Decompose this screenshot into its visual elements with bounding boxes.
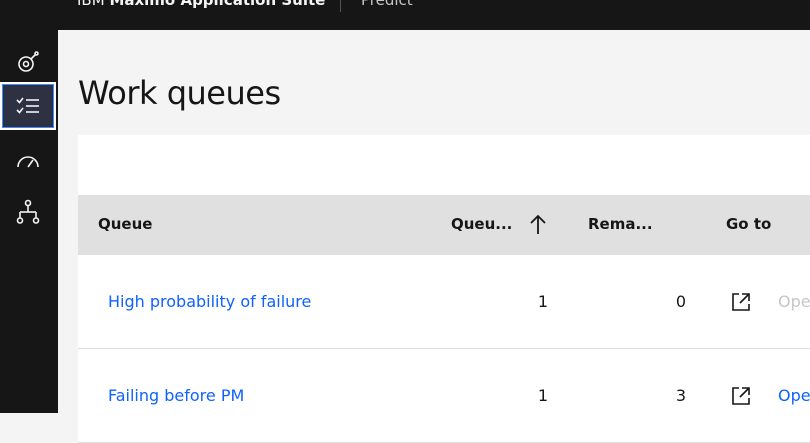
column-header-go-to: Go to bbox=[726, 215, 772, 233]
column-header-queued[interactable]: Queu... bbox=[451, 195, 512, 255]
brand-title[interactable]: IBM Maximo Application Suite bbox=[77, 0, 325, 9]
nav-item-hierarchy[interactable] bbox=[0, 188, 56, 236]
column-header-remaining[interactable]: Rema... bbox=[588, 195, 653, 255]
main-content: Work queues Queue Queu... Rema... Go to … bbox=[58, 30, 810, 443]
remaining-count: 0 bbox=[675, 292, 686, 311]
page-title: Work queues bbox=[78, 74, 281, 112]
brand-prefix: IBM bbox=[77, 0, 105, 9]
brand-name: Maximo Application Suite bbox=[109, 0, 326, 9]
table-row: High probability of failure 1 0 Ope bbox=[78, 255, 810, 349]
queued-count: 1 bbox=[537, 386, 548, 405]
nav-item-meter[interactable] bbox=[0, 137, 56, 185]
hierarchy-icon bbox=[16, 199, 40, 224]
table-row: Failing before PM 1 3 Ope bbox=[78, 349, 810, 443]
checklist-icon bbox=[16, 97, 39, 114]
column-header-queue[interactable]: Queue bbox=[98, 195, 152, 255]
launch-icon[interactable] bbox=[730, 385, 752, 407]
sort-ascending-icon[interactable] bbox=[528, 213, 548, 237]
meter-icon bbox=[17, 156, 39, 168]
header-divider bbox=[340, 0, 341, 12]
satellite-icon bbox=[18, 51, 39, 72]
work-queues-table: Queue Queu... Rema... Go to High probabi… bbox=[78, 135, 810, 443]
open-link[interactable]: Ope bbox=[778, 292, 810, 311]
side-nav bbox=[0, 30, 58, 413]
nav-item-work-queues[interactable] bbox=[0, 82, 56, 130]
top-bar: IBM Maximo Application Suite Predict bbox=[0, 0, 810, 30]
nav-item-monitoring[interactable] bbox=[0, 38, 56, 86]
launch-icon[interactable] bbox=[730, 291, 752, 313]
remaining-count: 3 bbox=[675, 386, 686, 405]
table-header: Queue Queu... Rema... Go to bbox=[78, 195, 810, 255]
queued-count: 1 bbox=[537, 292, 548, 311]
app-name: Predict bbox=[361, 0, 413, 9]
hamburger-menu-icon[interactable] bbox=[15, 0, 37, 12]
queue-link[interactable]: High probability of failure bbox=[108, 292, 311, 311]
queue-link[interactable]: Failing before PM bbox=[108, 386, 244, 405]
open-link[interactable]: Ope bbox=[778, 386, 810, 405]
